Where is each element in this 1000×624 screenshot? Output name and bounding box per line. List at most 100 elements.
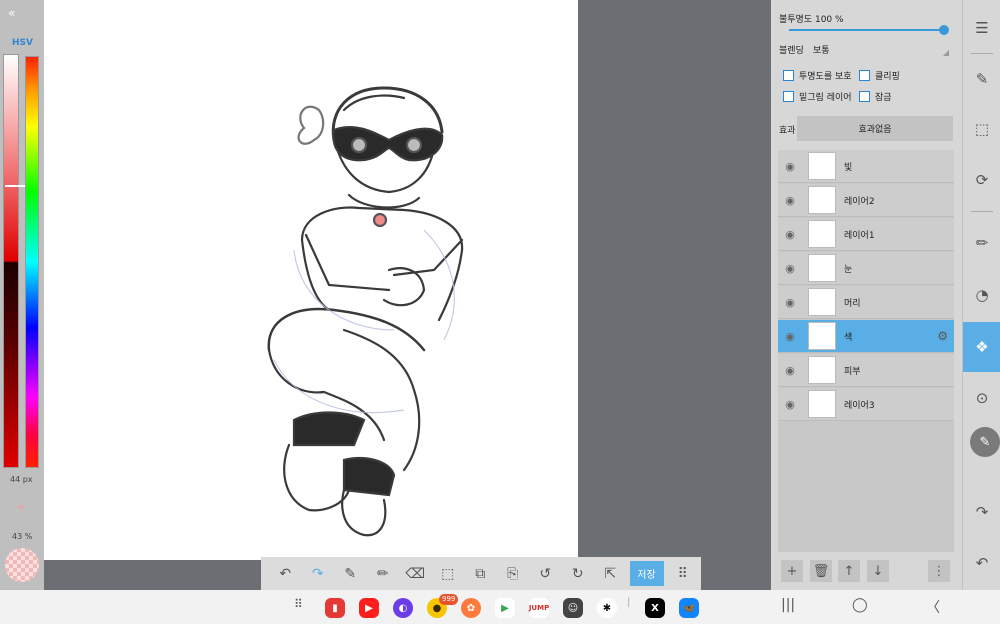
- gear-icon[interactable]: ⚙: [937, 329, 948, 343]
- menu-icon[interactable]: ☰: [963, 9, 1000, 47]
- app-icon-play-store[interactable]: ▶: [495, 598, 515, 618]
- grid-menu-icon[interactable]: ⠿: [667, 557, 700, 590]
- app-icon-browser[interactable]: ◐: [393, 598, 413, 618]
- checkbox-box[interactable]: [859, 91, 870, 102]
- draft-layer-checkbox[interactable]: 밑그림 레이어: [783, 90, 852, 103]
- eraser-icon[interactable]: ⌫: [399, 557, 432, 590]
- app-icon-gallery[interactable]: ✿: [461, 598, 481, 618]
- palette-icon[interactable]: ◔: [963, 276, 1000, 314]
- layer-row[interactable]: ◉ 피부: [778, 354, 954, 387]
- redo-icon[interactable]: ↷: [302, 557, 335, 590]
- bottom-toolbar: ↶ ↷ ✎ ✏ ⌫ ⬚ ⧉ ⎘ ↺ ↻ ⇱ 저장 ⠿: [261, 557, 701, 590]
- app-icon-jump[interactable]: JUMP: [529, 598, 549, 618]
- layer-thumbnail: [808, 356, 836, 384]
- layer-row[interactable]: ◉ 눈: [778, 252, 954, 285]
- export-icon[interactable]: ⇱: [594, 557, 627, 590]
- collapse-arrow-icon[interactable]: «: [8, 6, 15, 20]
- layer-thumbnail: [808, 322, 836, 350]
- tools-sidebar: ☰ ✎ ⬚ ⟳ ✏ ◔ ❖ ⊙ ↷ ↶: [962, 0, 1000, 590]
- app-icon-manga[interactable]: ☺: [563, 598, 583, 618]
- layer-name: 레이어2: [844, 196, 875, 207]
- layer-thumbnail: [808, 254, 836, 282]
- layer-row-selected[interactable]: ◉ 색 ⚙: [778, 320, 954, 353]
- lock-checkbox[interactable]: 잠금: [859, 90, 892, 103]
- brush-opacity-label: 43 %: [12, 532, 33, 541]
- layer-thumbnail: [808, 220, 836, 248]
- undo-icon[interactable]: ↶: [963, 544, 1000, 582]
- eye-icon[interactable]: ◉: [778, 398, 802, 411]
- move-layer-down-icon[interactable]: ↓: [867, 560, 889, 582]
- layer-row[interactable]: ◉ 레이어3: [778, 388, 954, 421]
- divider: [971, 211, 993, 212]
- checkbox-box[interactable]: [783, 91, 794, 102]
- eye-icon[interactable]: ◉: [778, 160, 802, 173]
- eye-icon[interactable]: ◉: [778, 194, 802, 207]
- layer-row[interactable]: ◉ 빛: [778, 150, 954, 183]
- saturation-value-bar[interactable]: [3, 54, 25, 468]
- eye-icon[interactable]: ◉: [778, 228, 802, 241]
- app-icon-bluesky[interactable]: 🦋: [679, 598, 699, 618]
- eye-icon[interactable]: ◉: [778, 296, 802, 309]
- layer-more-icon[interactable]: ⋮: [928, 560, 950, 582]
- brush-size-preview: [19, 505, 23, 509]
- app-icon-youtube[interactable]: ▶: [359, 598, 379, 618]
- app-icon-x[interactable]: X: [645, 598, 665, 618]
- paste-icon[interactable]: ⧉: [464, 557, 497, 590]
- floating-pen-icon[interactable]: ✎: [970, 427, 1000, 457]
- protect-alpha-checkbox[interactable]: 투명도를 보호: [783, 69, 852, 82]
- edit-copy-icon[interactable]: ⎘: [497, 557, 530, 590]
- brush-icon[interactable]: ✏: [963, 224, 1000, 262]
- undo-icon[interactable]: ↶: [269, 557, 302, 590]
- layer-name: 레이어1: [844, 230, 875, 241]
- layer-list: ◉ 빛 ◉ 레이어2 ◉ 레이어1 ◉ 눈 ◉ 머리 ◉ 색 ⚙ ◉ 피부 ◉ …: [778, 150, 954, 552]
- clipping-checkbox[interactable]: 클리핑: [859, 69, 900, 82]
- eye-icon[interactable]: ◉: [778, 262, 802, 275]
- blend-dropdown-indicator: [943, 50, 949, 56]
- layer-opacity-label: 불투명도 100 %: [779, 15, 844, 25]
- move-layer-up-icon[interactable]: ↑: [838, 560, 860, 582]
- layers-icon[interactable]: ❖: [963, 322, 1000, 372]
- blend-mode-select[interactable]: 보통: [813, 43, 830, 56]
- divider: [971, 53, 993, 54]
- app-icon-notes[interactable]: ▮: [325, 598, 345, 618]
- layers-panel: 불투명도 100 % 블렌딩 보통 투명도를 보호 클리핑 밑그림 레이어 잠금…: [771, 0, 962, 590]
- color-panel: « HSV 44 px 43 %: [0, 0, 44, 590]
- hsv-mode-label[interactable]: HSV: [12, 38, 33, 48]
- eyedropper-icon[interactable]: ✎: [334, 557, 367, 590]
- layer-thumbnail: [808, 186, 836, 214]
- rotate-left-icon[interactable]: ↺: [529, 557, 562, 590]
- current-color-swatch[interactable]: [5, 548, 39, 582]
- eye-icon[interactable]: ◉: [778, 364, 802, 377]
- brightness-marker[interactable]: [5, 185, 25, 187]
- back-icon[interactable]: 〈: [926, 597, 940, 617]
- layer-opacity-slider-thumb[interactable]: [939, 25, 949, 35]
- deselect-icon[interactable]: ⬚: [432, 557, 465, 590]
- home-icon[interactable]: ◯: [852, 597, 868, 613]
- drawing-canvas[interactable]: [44, 0, 578, 560]
- recents-icon[interactable]: |||: [781, 597, 795, 613]
- checkbox-box[interactable]: [859, 70, 870, 81]
- checkbox-label: 클리핑: [875, 72, 900, 82]
- selection-icon[interactable]: ⬚: [963, 110, 1000, 148]
- material-icon[interactable]: ⊙: [963, 379, 1000, 417]
- pen-icon[interactable]: ✏: [367, 557, 400, 590]
- effect-button[interactable]: 효과없음: [797, 116, 953, 141]
- redo-icon[interactable]: ↷: [963, 493, 1000, 531]
- layer-opacity-slider[interactable]: [789, 29, 945, 31]
- rotate-canvas-icon[interactable]: ⟳: [963, 161, 1000, 199]
- layer-row[interactable]: ◉ 레이어1: [778, 218, 954, 251]
- delete-layer-icon[interactable]: 🗑: [810, 560, 832, 582]
- layer-row[interactable]: ◉ 머리: [778, 286, 954, 319]
- checkbox-box[interactable]: [783, 70, 794, 81]
- app-drawer-icon[interactable]: ⠿: [294, 597, 303, 611]
- layer-row[interactable]: ◉ 레이어2: [778, 184, 954, 217]
- app-icon-chatgpt[interactable]: ✱: [597, 598, 617, 618]
- edit-icon[interactable]: ✎: [963, 60, 1000, 98]
- layer-name: 색: [844, 332, 853, 343]
- rotate-right-icon[interactable]: ↻: [562, 557, 595, 590]
- save-button[interactable]: 저장: [629, 561, 664, 586]
- eye-icon[interactable]: ◉: [778, 330, 802, 343]
- add-layer-icon[interactable]: +: [781, 560, 803, 582]
- layer-name: 피부: [844, 366, 861, 377]
- hue-bar[interactable]: [25, 56, 39, 468]
